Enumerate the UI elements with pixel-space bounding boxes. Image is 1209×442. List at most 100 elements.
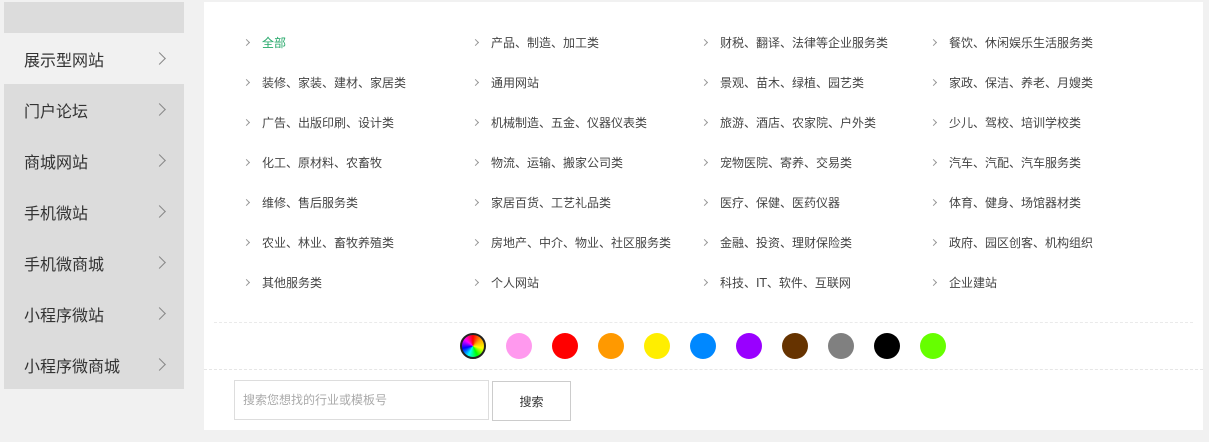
category-item[interactable]: 旅游、酒店、农家院、户外类 <box>700 114 931 131</box>
category-item[interactable]: 化工、原材料、农畜牧 <box>242 154 473 171</box>
chevron-right-icon <box>471 198 480 206</box>
chevron-right-icon <box>242 38 251 46</box>
chevron-right-icon <box>153 52 166 65</box>
divider <box>214 322 1193 323</box>
sidebar-top-spacer <box>4 2 184 33</box>
category-label: 科技、IT、软件、互联网 <box>720 275 851 290</box>
category-item[interactable]: 财税、翻译、法律等企业服务类 <box>700 34 931 51</box>
sidebar-item-miniprogram-site[interactable]: 小程序微站 <box>4 288 184 339</box>
category-item[interactable]: 全部 <box>242 34 473 51</box>
category-label: 通用网站 <box>491 75 540 90</box>
color-swatch[interactable] <box>598 333 624 359</box>
category-item[interactable]: 企业建站 <box>929 274 1160 291</box>
color-swatch[interactable] <box>690 333 716 359</box>
category-item[interactable]: 餐饮、休闲娱乐生活服务类 <box>929 34 1160 51</box>
chevron-right-icon <box>471 78 480 86</box>
category-item[interactable]: 产品、制造、加工类 <box>471 34 702 51</box>
chevron-right-icon <box>471 278 480 286</box>
category-label: 旅游、酒店、农家院、户外类 <box>720 115 877 130</box>
category-row: 其他服务类 个人网站 科技、IT、软件、互联网 企业建站 <box>242 262 1204 302</box>
category-item[interactable]: 金融、投资、理财保险类 <box>700 234 931 251</box>
category-item[interactable]: 房地产、中介、物业、社区服务类 <box>471 234 702 251</box>
category-row: 广告、出版印刷、设计类 机械制造、五金、仪器仪表类 旅游、酒店、农家院、户外类 少儿、… <box>242 102 1204 142</box>
category-item[interactable]: 通用网站 <box>471 74 702 91</box>
category-item[interactable]: 少儿、驾校、培训学校类 <box>929 114 1160 131</box>
category-item[interactable]: 家政、保洁、养老、月嫂类 <box>929 74 1160 91</box>
sidebar-item-label: 小程序微商城 <box>24 356 121 376</box>
category-label: 金融、投资、理财保险类 <box>720 235 853 250</box>
sidebar-item-label: 商城网站 <box>24 152 89 172</box>
chevron-right-icon <box>242 198 251 206</box>
chevron-right-icon <box>700 158 709 166</box>
category-item[interactable]: 农业、林业、畜牧养殖类 <box>242 234 473 251</box>
category-item[interactable]: 机械制造、五金、仪器仪表类 <box>471 114 702 131</box>
category-label: 汽车、汽配、汽车服务类 <box>949 155 1082 170</box>
category-item[interactable]: 其他服务类 <box>242 274 473 291</box>
sidebar-item-label: 门户论坛 <box>24 101 89 121</box>
sidebar-item-mobile-site[interactable]: 手机微站 <box>4 186 184 237</box>
category-item[interactable]: 科技、IT、软件、互联网 <box>700 274 931 291</box>
chevron-right-icon <box>471 118 480 126</box>
chevron-right-icon <box>153 256 166 269</box>
category-row: 农业、林业、畜牧养殖类 房地产、中介、物业、社区服务类 金融、投资、理财保险类 政府、… <box>242 222 1204 262</box>
sidebar-item-label: 小程序微站 <box>24 305 105 325</box>
chevron-right-icon <box>700 198 709 206</box>
chevron-right-icon <box>700 38 709 46</box>
sidebar-item-mall-site[interactable]: 商城网站 <box>4 135 184 186</box>
category-item[interactable]: 宠物医院、寄养、交易类 <box>700 154 931 171</box>
category-label: 财税、翻译、法律等企业服务类 <box>720 35 889 50</box>
category-item[interactable]: 装修、家装、建材、家居类 <box>242 74 473 91</box>
category-label: 餐饮、休闲娱乐生活服务类 <box>949 35 1094 50</box>
category-label: 体育、健身、场馆器材类 <box>949 195 1082 210</box>
category-item[interactable]: 家居百货、工艺礼品类 <box>471 194 702 211</box>
chevron-right-icon <box>471 158 480 166</box>
category-item[interactable]: 体育、健身、场馆器材类 <box>929 194 1160 211</box>
category-item[interactable]: 广告、出版印刷、设计类 <box>242 114 473 131</box>
category-item[interactable]: 政府、园区创客、机构组织 <box>929 234 1160 251</box>
category-item[interactable]: 医疗、保健、医药仪器 <box>700 194 931 211</box>
color-swatch[interactable] <box>644 333 670 359</box>
chevron-right-icon <box>153 154 166 167</box>
chevron-right-icon <box>471 238 480 246</box>
category-label: 宠物医院、寄养、交易类 <box>720 155 853 170</box>
category-item[interactable]: 物流、运输、搬家公司类 <box>471 154 702 171</box>
category-label: 景观、苗木、绿植、园艺类 <box>720 75 865 90</box>
color-swatch[interactable] <box>506 333 532 359</box>
category-item[interactable]: 维修、售后服务类 <box>242 194 473 211</box>
category-item[interactable]: 汽车、汽配、汽车服务类 <box>929 154 1160 171</box>
category-item[interactable]: 个人网站 <box>471 274 702 291</box>
category-label: 房地产、中介、物业、社区服务类 <box>491 235 672 250</box>
color-swatch[interactable] <box>874 333 900 359</box>
category-label: 装修、家装、建材、家居类 <box>262 75 407 90</box>
category-item[interactable]: 景观、苗木、绿植、园艺类 <box>700 74 931 91</box>
color-swatch-all[interactable] <box>460 333 486 359</box>
chevron-right-icon <box>929 238 938 246</box>
category-label: 少儿、驾校、培训学校类 <box>949 115 1082 130</box>
category-row: 装修、家装、建材、家居类 通用网站 景观、苗木、绿植、园艺类 家政、保洁、养老、月嫂类 <box>242 62 1204 102</box>
sidebar-item-mobile-mall[interactable]: 手机微商城 <box>4 237 184 288</box>
category-label: 医疗、保健、医药仪器 <box>720 195 841 210</box>
color-filter <box>460 333 966 359</box>
sidebar-item-portal-forum[interactable]: 门户论坛 <box>4 84 184 135</box>
chevron-right-icon <box>700 278 709 286</box>
chevron-right-icon <box>242 278 251 286</box>
color-swatch[interactable] <box>920 333 946 359</box>
color-swatch[interactable] <box>828 333 854 359</box>
category-row: 维修、售后服务类 家居百货、工艺礼品类 医疗、保健、医药仪器 体育、健身、场馆器材类 <box>242 182 1204 222</box>
chevron-right-icon <box>153 307 166 320</box>
color-swatch[interactable] <box>552 333 578 359</box>
chevron-right-icon <box>929 198 938 206</box>
color-swatch[interactable] <box>736 333 762 359</box>
sidebar-item-miniprogram-mall[interactable]: 小程序微商城 <box>4 339 184 390</box>
chevron-right-icon <box>242 118 251 126</box>
category-label: 产品、制造、加工类 <box>491 35 600 50</box>
category-label: 物流、运输、搬家公司类 <box>491 155 624 170</box>
sidebar-item-showcase-site[interactable]: 展示型网站 <box>4 33 184 84</box>
search-button[interactable]: 搜索 <box>492 381 571 421</box>
color-swatch[interactable] <box>782 333 808 359</box>
search-input[interactable] <box>234 380 489 420</box>
divider <box>204 369 1203 370</box>
chevron-right-icon <box>929 118 938 126</box>
category-row: 化工、原材料、农畜牧 物流、运输、搬家公司类 宠物医院、寄养、交易类 汽车、汽配、汽车… <box>242 142 1204 182</box>
chevron-right-icon <box>242 158 251 166</box>
